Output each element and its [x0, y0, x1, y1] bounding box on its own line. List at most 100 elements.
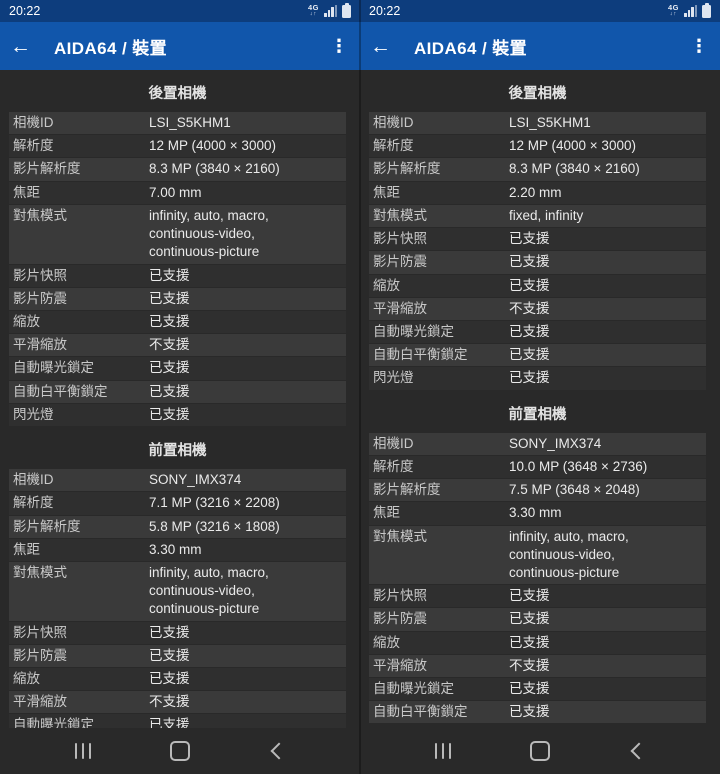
- spec-row: 影片快照 已支援: [369, 228, 706, 251]
- spec-row: 縮放 已支援: [369, 274, 706, 297]
- spec-label: 平滑縮放: [373, 657, 427, 673]
- spec-label: 影片解析度: [373, 161, 441, 177]
- page-title: AIDA64 / 裝置: [54, 38, 168, 58]
- spec-value: 已支援: [509, 347, 550, 363]
- spec-row: 解析度 12 MP (4000 × 3000): [9, 135, 346, 158]
- spec-row: 縮放 已支援: [369, 631, 706, 654]
- spec-value: infinity, auto, macro, continuous-video,…: [149, 207, 269, 260]
- spec-label: 自動白平衡鎖定: [373, 347, 468, 363]
- spec-value: 不支援: [149, 694, 190, 710]
- spec-value: 7.1 MP (3216 × 2208): [149, 495, 280, 511]
- spec-value: 已支援: [149, 717, 190, 728]
- spec-label: 影片解析度: [13, 518, 81, 534]
- spec-table: 相機ID SONY_IMX374 解析度 10.0 MP (3648 × 273…: [369, 432, 706, 724]
- recents-icon[interactable]: [68, 736, 98, 766]
- spec-label: 對焦模式: [13, 564, 67, 580]
- spec-value: 已支援: [149, 624, 190, 640]
- status-bar: 20:22 4G ↓↑: [0, 0, 360, 22]
- status-icons: 4G ↓↑: [667, 2, 711, 18]
- nav-back-icon[interactable]: [262, 736, 292, 766]
- spec-row: 相機ID LSI_S5KHM1: [369, 112, 706, 135]
- spec-row: 平滑縮放 不支援: [369, 297, 706, 320]
- spec-value: 已支援: [509, 323, 550, 339]
- home-icon[interactable]: [165, 736, 195, 766]
- section-title: 前置相機: [148, 443, 207, 460]
- signal-strength-icon: [324, 5, 337, 17]
- phone-screenshot-left: 20:22 4G ↓↑ ← AIDA64 / 裝置 ⋮ 後置相機 相機ID LS…: [0, 0, 360, 774]
- spec-value: 已支援: [509, 634, 550, 650]
- back-arrow-icon[interactable]: ←: [370, 36, 408, 57]
- spec-value: 不支援: [509, 657, 550, 673]
- screenshot-divider: [359, 0, 361, 774]
- spec-row: 解析度 10.0 MP (3648 × 2736): [369, 455, 706, 479]
- spec-row: 影片防震 已支援: [9, 287, 346, 310]
- spec-row: 影片防震 已支援: [9, 644, 346, 668]
- app-bar: ← AIDA64 / 裝置 ⋮: [0, 22, 360, 70]
- section-title: 後置相機: [508, 86, 567, 102]
- spec-row: 焦距 3.30 mm: [369, 502, 706, 525]
- recents-icon[interactable]: [428, 736, 458, 766]
- spec-value: infinity, auto, macro, continuous-video,…: [149, 564, 269, 617]
- android-nav-bar: [360, 728, 720, 774]
- spec-label: 相機ID: [373, 115, 414, 130]
- spec-row: 影片解析度 8.3 MP (3840 × 2160): [369, 158, 706, 181]
- spec-value: 已支援: [509, 277, 550, 293]
- spec-label: 影片快照: [13, 267, 67, 283]
- spec-value: 已支援: [509, 588, 550, 604]
- spec-value: 已支援: [149, 313, 190, 329]
- spec-label: 自動曝光鎖定: [373, 323, 454, 339]
- spec-value: 已支援: [149, 290, 190, 306]
- spec-label: 影片解析度: [373, 482, 441, 498]
- spec-row: 自動曝光鎖定 已支援: [369, 320, 706, 344]
- spec-label: 自動曝光鎖定: [373, 681, 454, 697]
- spec-row: 焦距 2.20 mm: [369, 181, 706, 204]
- rear-camera-section: 後置相機 相機ID LSI_S5KHM1 解析度 12 MP (4000 × 3…: [369, 70, 706, 390]
- back-arrow-icon[interactable]: ←: [10, 36, 48, 57]
- spec-row: 對焦模式 infinity, auto, macro, continuous-v…: [369, 525, 706, 585]
- rear-camera-section: 後置相機 相機ID LSI_S5KHM1 解析度 12 MP (4000 × 3…: [9, 70, 346, 427]
- 4g-network-icon: 4G ↓↑: [667, 3, 679, 18]
- spec-value: 5.8 MP (3216 × 1808): [149, 518, 280, 534]
- spec-row: 自動曝光鎖定 已支援: [9, 357, 346, 380]
- spec-value: SONY_IMX374: [149, 472, 242, 488]
- spec-label: 平滑縮放: [13, 694, 67, 710]
- spec-label: 焦距: [373, 505, 400, 521]
- nav-back-icon[interactable]: [622, 736, 652, 766]
- spec-label: 縮放: [373, 277, 400, 293]
- spec-value: 已支援: [149, 406, 190, 422]
- overflow-menu-icon[interactable]: ⋮: [330, 37, 348, 55]
- device-info-content: 後置相機 相機ID LSI_S5KHM1 解析度 12 MP (4000 × 3…: [0, 70, 360, 728]
- spec-label: 影片解析度: [13, 161, 81, 177]
- spec-label: 影片防震: [373, 611, 427, 627]
- spec-label: 解析度: [373, 458, 414, 474]
- spec-row: 對焦模式 infinity, auto, macro, continuous-v…: [9, 561, 346, 621]
- spec-row: 焦距 3.30 mm: [9, 538, 346, 561]
- spec-row: 閃光燈 已支援: [9, 403, 346, 427]
- spec-label: 自動曝光鎖定: [13, 717, 94, 728]
- spec-value: 7.5 MP (3648 × 2048): [509, 482, 640, 498]
- spec-row: 平滑縮放 不支援: [9, 334, 346, 357]
- spec-label: 相機ID: [13, 472, 54, 488]
- spec-row: 閃光燈 已支援: [369, 367, 706, 390]
- front-camera-section: 前置相機 相機ID SONY_IMX374 解析度 10.0 MP (3648 …: [369, 391, 706, 724]
- home-icon[interactable]: [525, 736, 555, 766]
- spec-label: 對焦模式: [13, 207, 67, 223]
- spec-label: 對焦模式: [373, 207, 427, 223]
- spec-label: 縮放: [373, 634, 400, 650]
- spec-row: 自動曝光鎖定 已支援: [9, 714, 346, 728]
- spec-label: 相機ID: [373, 435, 414, 451]
- spec-row: 解析度 12 MP (4000 × 3000): [369, 135, 706, 158]
- spec-row: 自動曝光鎖定 已支援: [369, 678, 706, 701]
- overflow-menu-icon[interactable]: ⋮: [690, 37, 708, 55]
- spec-row: 自動白平衡鎖定 已支援: [369, 701, 706, 724]
- page-title: AIDA64 / 裝置: [414, 38, 528, 58]
- 4g-network-icon: 4G ↓↑: [307, 3, 319, 18]
- spec-value: SONY_IMX374: [509, 435, 602, 451]
- signal-strength-icon: [684, 5, 697, 17]
- spec-row: 相機ID SONY_IMX374: [369, 432, 706, 455]
- spec-label: 影片快照: [373, 231, 427, 247]
- spec-label: 影片防震: [13, 290, 67, 306]
- spec-table: 相機ID SONY_IMX374 解析度 7.1 MP (3216 × 2208…: [9, 469, 346, 728]
- spec-label: 自動白平衡鎖定: [13, 383, 108, 399]
- spec-row: 影片快照 已支援: [9, 621, 346, 644]
